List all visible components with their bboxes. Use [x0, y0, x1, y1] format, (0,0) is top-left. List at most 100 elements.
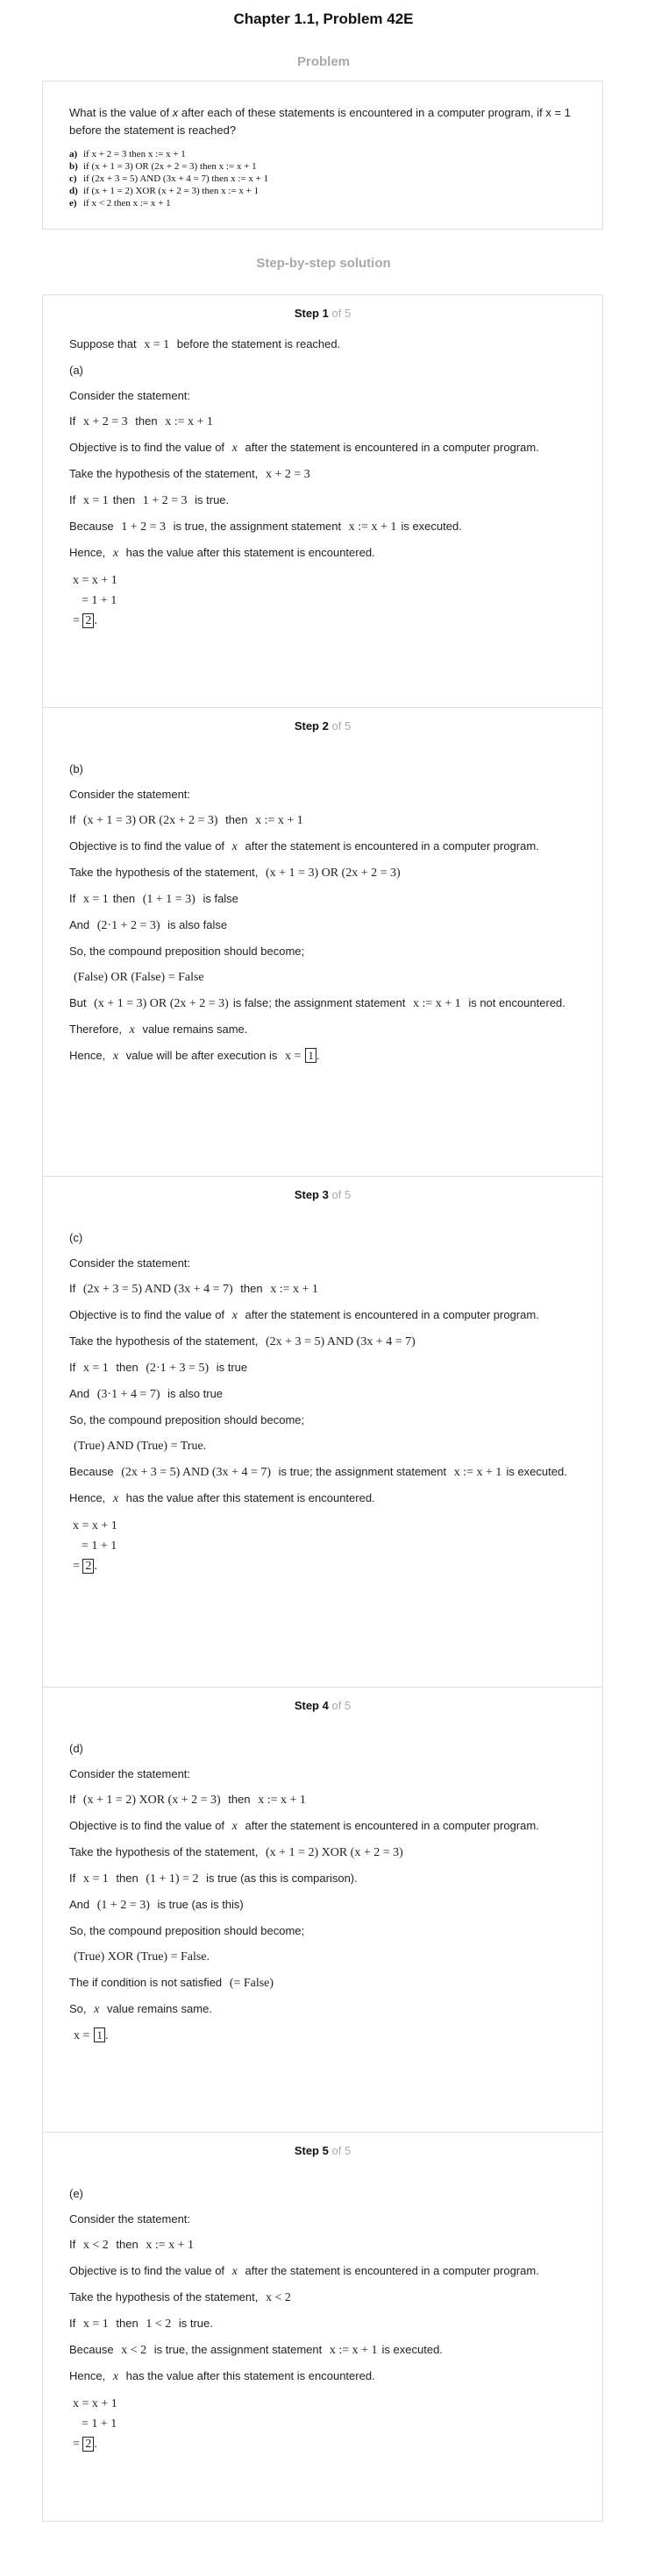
math: x := x + 1 [453, 1466, 502, 1479]
math: (x + 1 = 3) OR (2x + 2 = 3) [265, 867, 401, 880]
text: . [94, 2438, 97, 2451]
step-line: Therefore, x value remains same. [69, 1021, 576, 1038]
math: x [112, 2370, 119, 2383]
step-4: Step 4 of 5 (d) Consider the statement: … [43, 1687, 602, 2132]
boxed-answer: 1 [94, 2028, 105, 2042]
text: is true [216, 1361, 248, 1374]
text: If [69, 2238, 76, 2251]
math: (x + 1 = 2) XOR (x + 2 = 3) [82, 1794, 221, 1807]
text: then [112, 493, 136, 506]
problem-box: What is the value of x after each of the… [42, 81, 603, 230]
text: = [73, 1560, 80, 1573]
step-line: If x = 1 then 1 < 2 is true. [69, 2315, 576, 2332]
text: is true. [178, 2317, 213, 2330]
step-of: of 5 [331, 2144, 352, 2157]
step-5: Step 5 of 5 (e) Consider the statement: … [43, 2132, 602, 2521]
text: If [69, 493, 76, 506]
problem-text: What is the value of x after each of the… [69, 104, 576, 139]
step-part-label: (e) [69, 2187, 83, 2200]
math: x = [285, 1050, 302, 1063]
text: If [69, 1793, 76, 1806]
step-line: Objective is to find the value of x afte… [69, 439, 576, 456]
text: value will be after execution is [125, 1049, 278, 1062]
problem-text-part: after each of these statements is encoun… [178, 106, 546, 119]
text: is not encountered. [468, 996, 565, 1009]
step-line: Because x < 2 is true, the assignment st… [69, 2341, 576, 2359]
step-line: So, the compound preposition should beco… [69, 1413, 305, 1426]
math: x := x + 1 [165, 415, 213, 428]
text: then [225, 813, 248, 826]
text: value remains same. [142, 1023, 248, 1036]
math: (True) AND (True) = True. [74, 1440, 207, 1453]
text: . [316, 1049, 320, 1062]
math: x [231, 840, 238, 853]
problem-item-text: if x < 2 then x := x + 1 [83, 198, 171, 209]
step-line: If (x + 1 = 3) OR (2x + 2 = 3) then x :=… [69, 811, 576, 829]
problem-item: d) if (x + 1 = 2) XOR (x + 2 = 3) then x … [69, 185, 576, 197]
text: then [135, 414, 158, 428]
text: Take the hypothesis of the statement, [69, 866, 259, 879]
math: x < 2 [265, 2291, 291, 2304]
text: Because [69, 2343, 114, 2356]
problem-condition: x = 1 [545, 106, 571, 119]
math: x [112, 1492, 119, 1505]
math: (2x + 3 = 5) AND (3x + 4 = 7) [82, 1283, 233, 1296]
problem-item: a) if x + 2 = 3 then x := x + 1 [69, 148, 576, 160]
step-line: Hence, x has the value after this statem… [69, 544, 576, 562]
math: x = 1 [82, 2318, 109, 2331]
math: x = 1 [82, 1872, 109, 1886]
problem-item-text: if (x + 1 = 3) OR (2x + 2 = 3) then x :=… [83, 161, 257, 172]
text: Therefore, [69, 1023, 122, 1036]
text: is executed. [401, 520, 462, 533]
math: x = 1 [82, 893, 109, 906]
text: . [104, 2028, 109, 2042]
text: after the statement is encountered in a … [245, 1308, 539, 1321]
text: = [73, 2438, 80, 2451]
problem-item-text: if (2x + 3 = 5) AND (3x + 4 = 7) then x … [83, 173, 269, 184]
problem-item: e) if x < 2 then x := x + 1 [69, 197, 576, 209]
problem-item-label: c) [69, 173, 77, 184]
text: The if condition is not satisfied [69, 1976, 223, 1989]
math: x + 2 = 3 [265, 468, 310, 481]
text: . [94, 1560, 97, 1573]
math: x := x + 1 [258, 1794, 306, 1807]
step-line: If (x + 1 = 2) XOR (x + 2 = 3) then x :=… [69, 1791, 576, 1808]
math: x = 1 [144, 338, 170, 351]
math: x = 1 [82, 1362, 109, 1375]
step-line: (False) OR (False) = False [69, 968, 576, 986]
math: x [129, 1023, 135, 1037]
problem-item-label: a) [69, 149, 78, 159]
step-line: Objective is to find the value of x afte… [69, 838, 576, 855]
step-line: Consider the statement: [69, 389, 191, 402]
math: (2x + 3 = 5) AND (3x + 4 = 7) [121, 1466, 272, 1479]
text: If [69, 2317, 76, 2330]
math: x := x + 1 [255, 814, 303, 827]
math: x [231, 2265, 238, 2278]
text: If [69, 1872, 76, 1885]
step-word: Step [294, 1699, 319, 1712]
text: is executed. [506, 1465, 567, 1478]
text: is true; the assignment statement [278, 1465, 447, 1478]
steps-container: Step 1 of 5 Suppose that x = 1 before th… [42, 294, 603, 2522]
step-line: Objective is to find the value of x afte… [69, 1817, 576, 1835]
math: x [231, 1309, 238, 1322]
step-part-label: (d) [69, 1742, 83, 1755]
step-3-header: Step 3 of 5 [294, 1188, 352, 1201]
text: has the value after this statement is en… [125, 2369, 375, 2382]
calculation: x = x + 1 = 1 + 1 = 2. [73, 570, 576, 631]
math: x + 2 = 3 [82, 415, 128, 428]
boxed-answer: 2 [82, 1559, 95, 1574]
math: (x + 1 = 3) OR (2x + 2 = 3) [94, 997, 229, 1010]
text: is also false [167, 918, 228, 931]
step-word: Step [294, 719, 319, 732]
text: And [69, 918, 90, 931]
text: If [69, 414, 76, 428]
step-1-header: Step 1 of 5 [294, 307, 352, 320]
step-2-body: (b) Consider the statement: If (x + 1 = … [69, 761, 576, 1065]
text: And [69, 1387, 90, 1400]
math: x := x + 1 [146, 2239, 195, 2252]
calc-line: = 2. [73, 2434, 576, 2454]
math: (1 + 1) = 2 [146, 1872, 199, 1886]
step-line: Consider the statement: [69, 1256, 191, 1270]
step-5-body: (e) Consider the statement: If x < 2 the… [69, 2185, 576, 2454]
